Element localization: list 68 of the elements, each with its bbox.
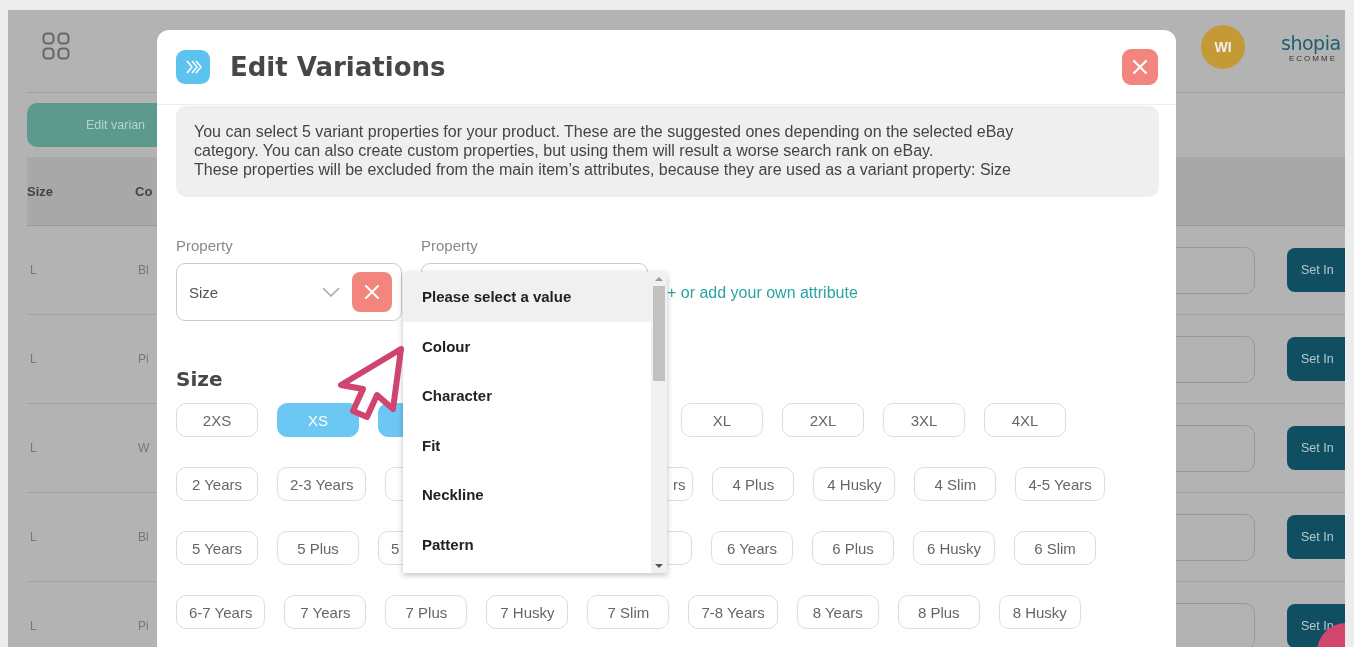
- dropdown-option[interactable]: Neckline: [403, 470, 651, 520]
- add-attribute-link[interactable]: + or add your own attribute: [667, 284, 858, 302]
- table-cell-text: Bl: [137, 530, 150, 544]
- info-text: These properties will be excluded from the main item’s attributes, because they are used as a variant property: Size: [194, 160, 1012, 179]
- set-button[interactable]: Set In: [1287, 248, 1345, 292]
- size-chip[interactable]: 2XL: [782, 403, 864, 437]
- logo-wordmark: shopia: [1281, 31, 1341, 54]
- size-chip[interactable]: 2XS: [176, 403, 258, 437]
- size-chip[interactable]: 2 Years: [176, 467, 258, 501]
- dropdown-option[interactable]: Colour: [403, 321, 651, 371]
- remove-icon[interactable]: [352, 272, 392, 312]
- dropdown-option[interactable]: Please select a value: [403, 272, 651, 322]
- size-chip[interactable]: 2-3 Years: [277, 467, 367, 501]
- table-cell-text: Pi: [137, 352, 150, 366]
- close-icon: [1132, 59, 1148, 75]
- close-button[interactable]: [1122, 49, 1158, 85]
- size-chip[interactable]: 8 Plus: [897, 595, 980, 629]
- size-chip[interactable]: 4 Slim: [914, 467, 997, 501]
- size-chip[interactable]: 8 Years: [796, 595, 879, 629]
- dropdown-option[interactable]: Fit: [403, 420, 651, 470]
- set-button[interactable]: Set In: [1287, 426, 1345, 470]
- dropdown-option[interactable]: Pattern: [403, 519, 651, 569]
- size-chip[interactable]: 6 Husky: [913, 531, 995, 565]
- scroll-down-icon[interactable]: [655, 563, 663, 569]
- apps-grid-icon[interactable]: [42, 32, 70, 60]
- set-button[interactable]: Set In: [1287, 337, 1345, 381]
- size-chip[interactable]: 6 Slim: [1014, 531, 1096, 565]
- property-label: Property: [176, 237, 234, 254]
- table-cell-text: L: [29, 441, 38, 455]
- size-chip[interactable]: 7-8 Years: [688, 595, 778, 629]
- scrollbar-thumb[interactable]: [653, 286, 665, 381]
- table-cell-text: L: [29, 619, 38, 633]
- info-text: You can select 5 variant properties for your product. These are the suggested ones depending on the selected eBay category. You can also create custom properties, but using them will result a worse search rank on eBay.: [194, 122, 1015, 160]
- size-chip[interactable]: 3XL: [883, 403, 965, 437]
- logo-tagline: ECOMME: [1289, 53, 1337, 63]
- chevrons-icon: [176, 50, 210, 84]
- size-chip[interactable]: XL: [681, 403, 763, 437]
- scroll-up-icon[interactable]: [655, 276, 663, 282]
- table-cell-text: L: [29, 263, 38, 277]
- set-button[interactable]: Set In: [1287, 515, 1345, 559]
- size-chip[interactable]: 6 Years: [711, 531, 793, 565]
- column-header: Co: [135, 183, 154, 199]
- table-cell-text: Pi: [137, 619, 150, 633]
- size-chip[interactable]: 4-5 Years: [1015, 467, 1105, 501]
- table-cell-text: Bl: [137, 263, 150, 277]
- table-cell-text: L: [29, 352, 38, 366]
- size-chip[interactable]: 7 Husky: [486, 595, 569, 629]
- size-chip[interactable]: 6 Plus: [812, 531, 894, 565]
- size-chip[interactable]: 5 Years: [176, 531, 258, 565]
- dropdown-option[interactable]: Character: [403, 371, 651, 421]
- size-chip[interactable]: 7 Years: [284, 595, 367, 629]
- size-chip[interactable]: 5 Plus: [277, 531, 359, 565]
- size-chip[interactable]: 4 Husky: [813, 467, 896, 501]
- property-label: Property: [421, 237, 479, 254]
- modal-title: Edit Variations: [230, 52, 446, 82]
- table-cell-text: W: [137, 441, 151, 455]
- section-title: Size: [176, 367, 224, 391]
- table-cell-text: L: [29, 530, 38, 544]
- column-header: Size: [27, 183, 54, 199]
- property-select[interactable]: Size: [176, 263, 402, 321]
- chevron-down-icon[interactable]: [322, 287, 340, 297]
- size-chip[interactable]: 6-7 Years: [176, 595, 266, 629]
- size-chip[interactable]: 8 Husky: [998, 595, 1081, 629]
- size-chip[interactable]: 4 Plus: [712, 467, 795, 501]
- size-chip[interactable]: 4XL: [984, 403, 1066, 437]
- scrollbar[interactable]: [651, 272, 667, 573]
- size-chip[interactable]: 7 Plus: [385, 595, 468, 629]
- size-chip[interactable]: 7 Slim: [587, 595, 670, 629]
